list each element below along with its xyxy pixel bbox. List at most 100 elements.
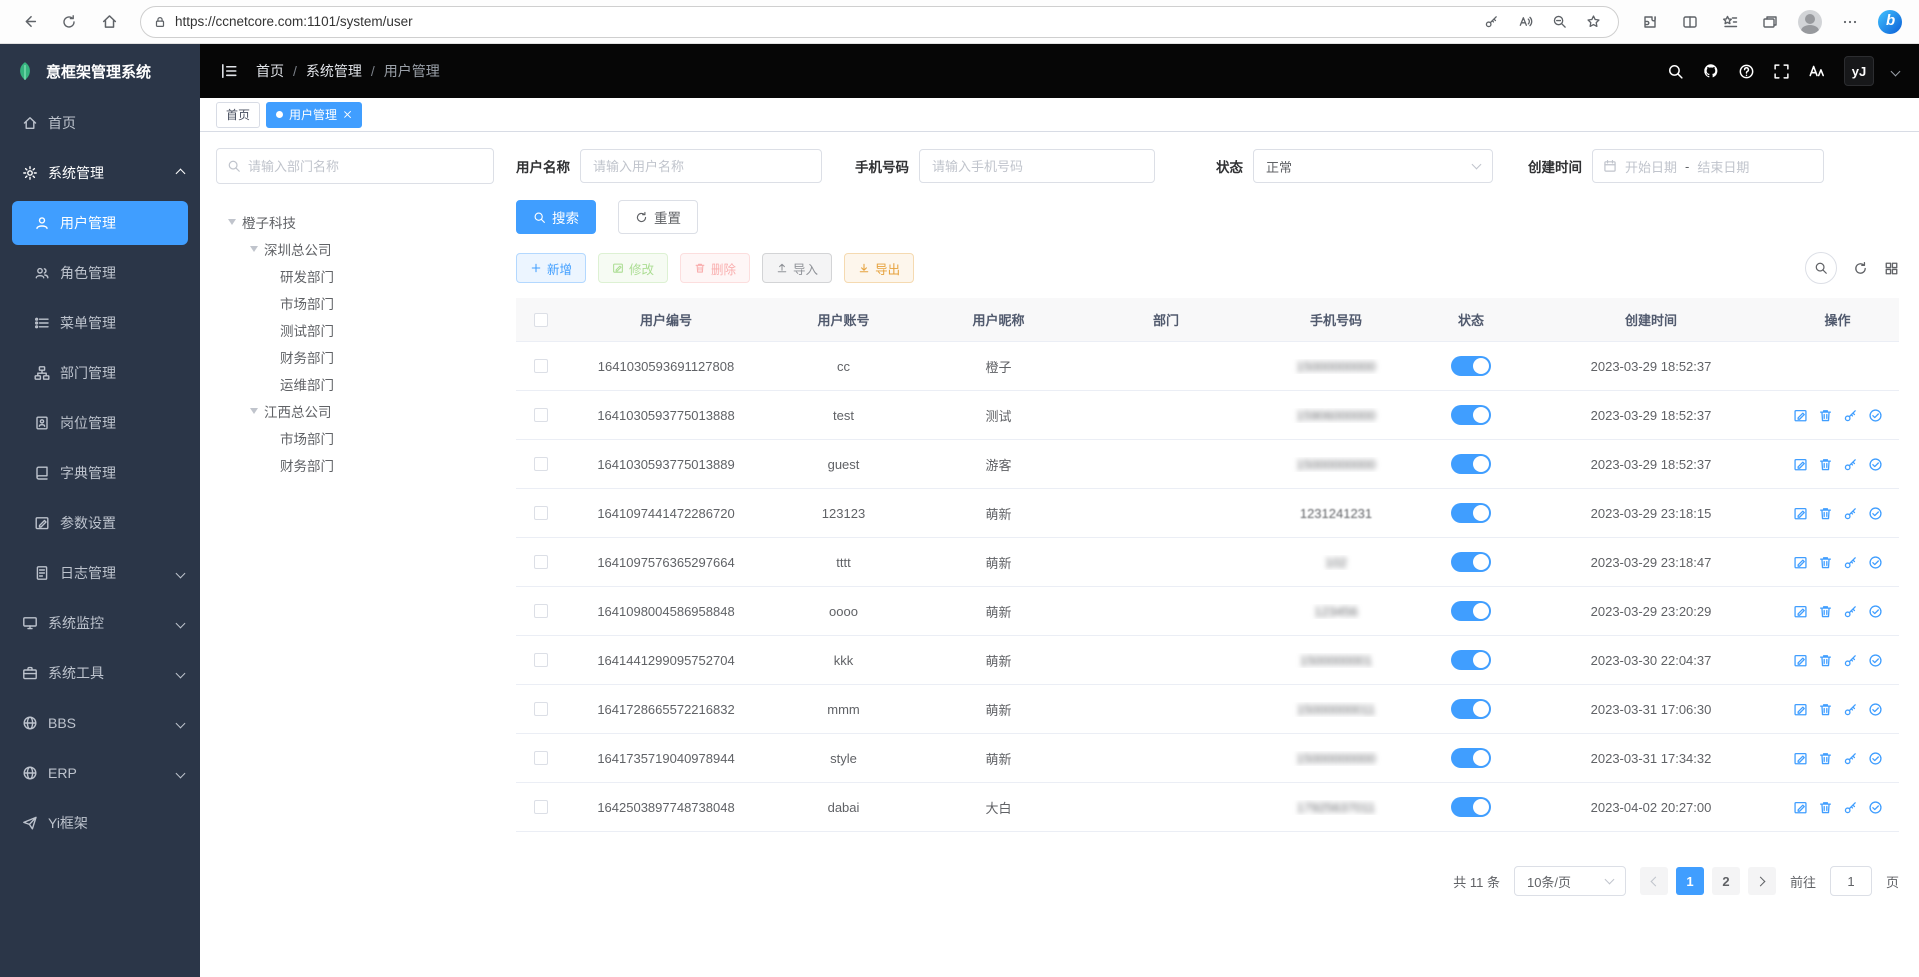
row-reset-password-icon[interactable]: [1843, 702, 1858, 717]
tree-node[interactable]: 财务部门: [216, 451, 494, 478]
select-all-checkbox[interactable]: [534, 313, 548, 327]
edit-button[interactable]: 修改: [598, 253, 668, 283]
row-edit-icon[interactable]: [1793, 457, 1808, 472]
row-delete-icon[interactable]: [1818, 702, 1833, 717]
row-assign-role-icon[interactable]: [1868, 604, 1883, 619]
split-screen-icon[interactable]: [1673, 5, 1707, 39]
row-delete-icon[interactable]: [1818, 506, 1833, 521]
row-checkbox[interactable]: [534, 800, 548, 814]
row-checkbox[interactable]: [534, 653, 548, 667]
next-page-button[interactable]: [1748, 867, 1776, 895]
row-edit-icon[interactable]: [1793, 751, 1808, 766]
date-range-picker[interactable]: 开始日期 - 结束日期: [1592, 149, 1824, 183]
row-assign-role-icon[interactable]: [1868, 457, 1883, 472]
status-toggle[interactable]: [1451, 601, 1491, 621]
breadcrumb-home[interactable]: 首页: [256, 61, 284, 81]
sidebar-item-yi-framework[interactable]: Yi框架: [0, 798, 200, 848]
row-delete-icon[interactable]: [1818, 457, 1833, 472]
font-size-icon[interactable]: [1808, 62, 1826, 80]
row-edit-icon[interactable]: [1793, 604, 1808, 619]
sidebar-item-post-mgmt[interactable]: 岗位管理: [0, 398, 200, 448]
row-checkbox[interactable]: [534, 506, 548, 520]
search-button[interactable]: 搜索: [516, 200, 596, 234]
sidebar-item-erp[interactable]: ERP: [0, 748, 200, 798]
github-icon[interactable]: [1702, 62, 1720, 80]
collections-icon[interactable]: [1753, 5, 1787, 39]
row-reset-password-icon[interactable]: [1843, 506, 1858, 521]
row-checkbox[interactable]: [534, 702, 548, 716]
sidebar-item-user-mgmt[interactable]: 用户管理: [12, 201, 188, 245]
sidebar-item-home[interactable]: 首页: [0, 98, 200, 148]
tree-node[interactable]: 橙子科技: [216, 208, 494, 235]
extensions-icon[interactable]: [1633, 5, 1667, 39]
user-avatar[interactable]: yJ: [1844, 56, 1874, 86]
row-assign-role-icon[interactable]: [1868, 506, 1883, 521]
row-edit-icon[interactable]: [1793, 408, 1808, 423]
row-edit-icon[interactable]: [1793, 702, 1808, 717]
browser-more-icon[interactable]: [1833, 5, 1867, 39]
export-button[interactable]: 导出: [844, 253, 914, 283]
dept-search-input[interactable]: [248, 159, 483, 174]
status-select[interactable]: 正常: [1253, 149, 1493, 183]
expand-caret-icon[interactable]: [250, 408, 258, 414]
tree-node[interactable]: 测试部门: [216, 316, 494, 343]
page-button-2[interactable]: 2: [1712, 867, 1740, 895]
row-delete-icon[interactable]: [1818, 555, 1833, 570]
url-text[interactable]: https://ccnetcore.com:1101/system/user: [175, 14, 1470, 29]
toggle-search-button[interactable]: [1805, 252, 1837, 284]
prev-page-button[interactable]: [1640, 867, 1668, 895]
tab-close-icon[interactable]: [343, 110, 352, 119]
tree-node[interactable]: 江西总公司: [216, 397, 494, 424]
row-reset-password-icon[interactable]: [1843, 604, 1858, 619]
browser-profile-avatar[interactable]: [1793, 5, 1827, 39]
tree-node[interactable]: 市场部门: [216, 289, 494, 316]
delete-button[interactable]: 删除: [680, 253, 750, 283]
row-delete-icon[interactable]: [1818, 751, 1833, 766]
sidebar-item-param-settings[interactable]: 参数设置: [0, 498, 200, 548]
expand-caret-icon[interactable]: [250, 246, 258, 252]
zoom-icon[interactable]: [1546, 9, 1572, 35]
browser-home-button[interactable]: [92, 5, 126, 39]
tree-node[interactable]: 深圳总公司: [216, 235, 494, 262]
sidebar-item-menu-mgmt[interactable]: 菜单管理: [0, 298, 200, 348]
row-delete-icon[interactable]: [1818, 653, 1833, 668]
favorites-add-icon[interactable]: [1580, 9, 1606, 35]
row-reset-password-icon[interactable]: [1843, 408, 1858, 423]
sidebar-item-system[interactable]: 系统管理: [0, 148, 200, 198]
status-toggle[interactable]: [1451, 748, 1491, 768]
row-delete-icon[interactable]: [1818, 408, 1833, 423]
tree-node[interactable]: 市场部门: [216, 424, 494, 451]
row-checkbox[interactable]: [534, 555, 548, 569]
sidebar-item-monitor[interactable]: 系统监控: [0, 598, 200, 648]
status-toggle[interactable]: [1451, 356, 1491, 376]
docs-help-icon[interactable]: [1738, 63, 1755, 80]
browser-reload-button[interactable]: [52, 5, 86, 39]
row-checkbox[interactable]: [534, 604, 548, 618]
row-edit-icon[interactable]: [1793, 555, 1808, 570]
sidebar-collapse-icon[interactable]: [220, 62, 238, 80]
status-toggle[interactable]: [1451, 503, 1491, 523]
favorites-bar-icon[interactable]: [1713, 5, 1747, 39]
address-bar[interactable]: https://ccnetcore.com:1101/system/user: [140, 6, 1619, 38]
sidebar-item-log-mgmt[interactable]: 日志管理: [0, 548, 200, 598]
row-reset-password-icon[interactable]: [1843, 800, 1858, 815]
page-button-1[interactable]: 1: [1676, 867, 1704, 895]
tree-node[interactable]: 运维部门: [216, 370, 494, 397]
password-key-icon[interactable]: [1478, 9, 1504, 35]
status-toggle[interactable]: [1451, 650, 1491, 670]
goto-page-input[interactable]: [1830, 866, 1872, 896]
row-assign-role-icon[interactable]: [1868, 702, 1883, 717]
sidebar-item-tools[interactable]: 系统工具: [0, 648, 200, 698]
sidebar-item-role-mgmt[interactable]: 角色管理: [0, 248, 200, 298]
reset-button[interactable]: 重置: [618, 200, 698, 234]
status-toggle[interactable]: [1451, 699, 1491, 719]
row-checkbox[interactable]: [534, 408, 548, 422]
tab-home[interactable]: 首页: [216, 102, 260, 128]
phone-input[interactable]: [919, 149, 1155, 183]
read-aloud-icon[interactable]: [1512, 9, 1538, 35]
tab-user-mgmt[interactable]: 用户管理: [266, 102, 362, 128]
row-checkbox[interactable]: [534, 751, 548, 765]
row-reset-password-icon[interactable]: [1843, 555, 1858, 570]
status-toggle[interactable]: [1451, 552, 1491, 572]
sidebar-item-bbs[interactable]: BBS: [0, 698, 200, 748]
